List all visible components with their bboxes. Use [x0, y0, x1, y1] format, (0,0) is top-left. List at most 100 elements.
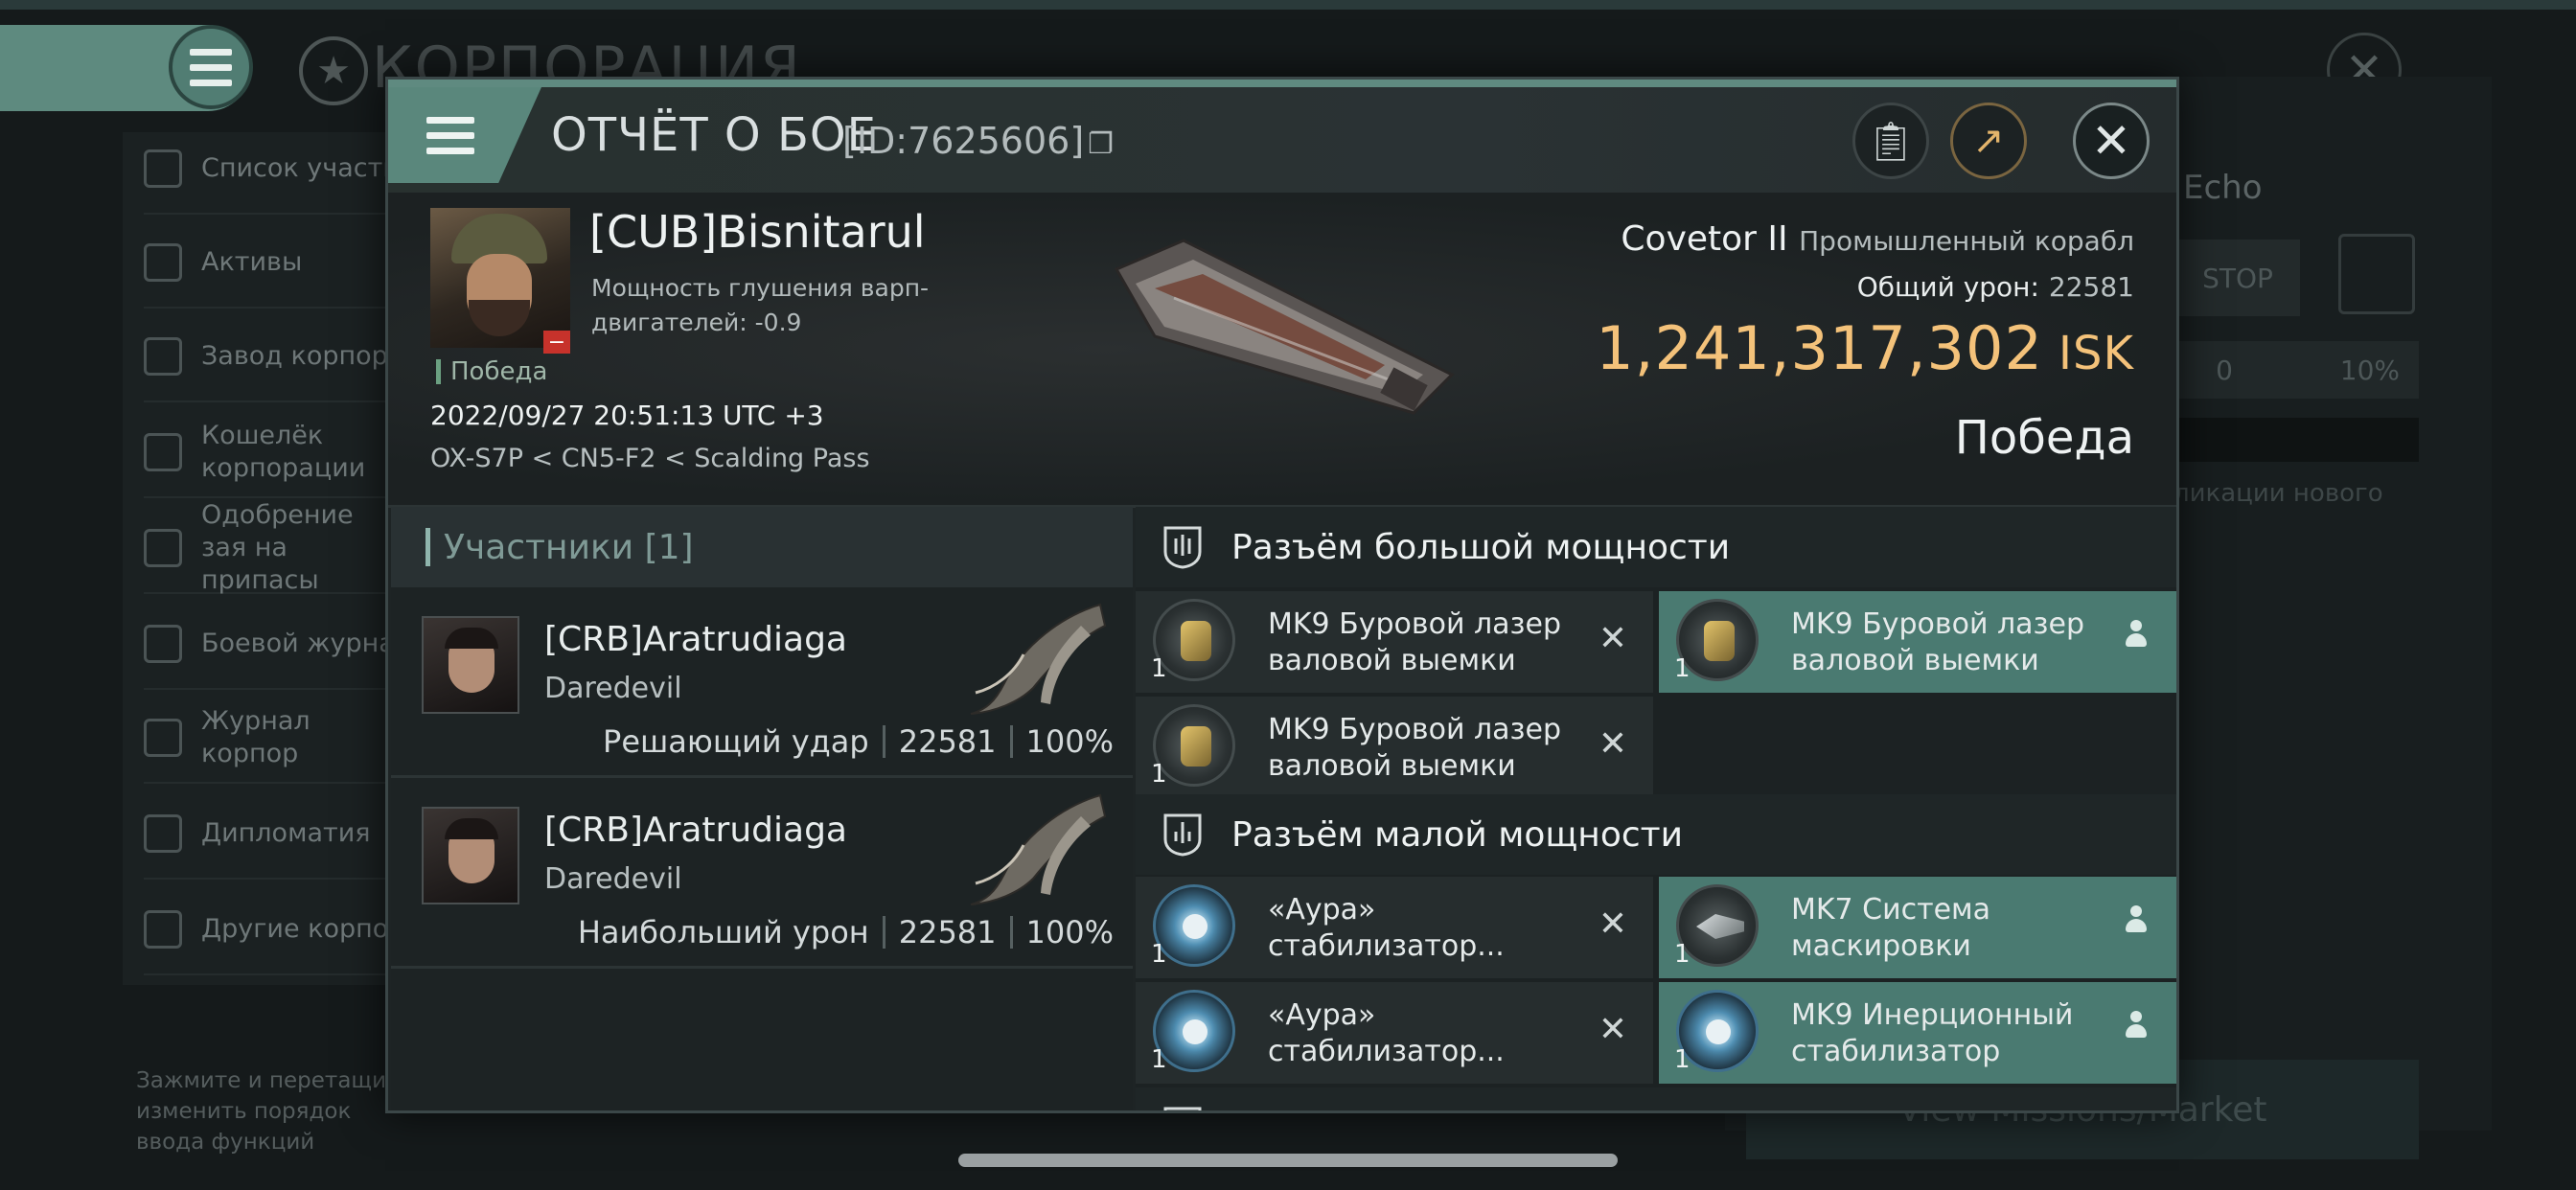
report-id-text: [ID:7625606] [842, 120, 1085, 162]
share-icon: ↗ [1972, 119, 2005, 163]
victim-ship-image[interactable] [1097, 231, 1461, 423]
sidebar-item-label: Одобрение зая на припасы [201, 500, 354, 595]
participant-ship: Daredevil [544, 862, 682, 896]
sidebar-item-diplomacy[interactable]: Дипломатия [144, 790, 412, 880]
stop-label: STOP [2202, 262, 2273, 294]
ship-type[interactable]: Covetor II Промышленный корабл [1621, 219, 2134, 259]
right-counter: 10% [2254, 341, 2419, 399]
module-item[interactable]: 1 MK9 Инерционный стабилизатор [1659, 982, 2176, 1084]
participant-avatar[interactable] [422, 616, 519, 714]
participant-ship-image[interactable] [966, 597, 1110, 721]
high-slot-title: Разъём большой мощности [1231, 527, 1731, 567]
module-name: MK9 Инерционный стабилизатор [1791, 998, 2074, 1068]
participant-role: Решающий удар [603, 723, 869, 760]
close-button[interactable]: ✕ [2073, 103, 2150, 179]
progress-bar [2174, 418, 2419, 462]
journal-icon [144, 719, 182, 757]
sidebar-item-label: Боевой журнал [201, 629, 412, 658]
main-menu-button[interactable] [169, 25, 253, 109]
participant-name: [CRB]Aratrudiaga [544, 620, 847, 659]
next-slot-header [1136, 1087, 2176, 1110]
high-slot-header: Разъём большой мощности [1136, 507, 2176, 587]
participant-percent: 100% [1025, 914, 1114, 950]
destroyed-icon: ✕ [1598, 724, 1628, 764]
module-item[interactable]: 1 MK7 Система маскировки [1659, 877, 2176, 978]
approval-icon [144, 529, 182, 567]
participant-percent: 100% [1025, 723, 1114, 760]
warp-disruption-strength: Мощность глушения варп-двигателей: -0.9 [591, 274, 930, 336]
dropped-person-icon [2117, 620, 2155, 658]
sidebar-item-other-corps[interactable]: Другие корпор [144, 885, 412, 975]
ship-class: Промышленный корабл [1799, 225, 2134, 257]
close-icon: ✕ [2091, 113, 2131, 169]
module-name: MK9 Буровой лазер валовой выемки [1791, 607, 2084, 677]
dropped-person-icon [2117, 1011, 2155, 1049]
modal-accent-bar [388, 80, 2176, 87]
result-label: Победа [1954, 411, 2134, 465]
module-count: 1 [1674, 940, 1690, 969]
sidebar-item-members[interactable]: Список участн [144, 125, 412, 215]
victim-avatar[interactable] [430, 208, 570, 348]
report-id[interactable]: [ID:7625606] ❐ [842, 120, 1114, 162]
sidebar-item-label: Дипломатия [201, 818, 371, 848]
participant-damage: 22581 [898, 723, 997, 760]
module-item[interactable]: 1 «Аура» стабилизатор... ✕ [1136, 877, 1653, 978]
echo-label: Echo [2183, 169, 2263, 207]
fitted-modules-panel: Разъём большой мощности 1 MK9 Буровой ла… [1136, 507, 2176, 1110]
kill-datetime: 2022/09/27 20:51:13 UTC +3 [430, 400, 824, 431]
factory-icon [144, 337, 182, 376]
victim-pilot-name[interactable]: [CUB]Bisnitarul [589, 206, 926, 258]
sidebar-item-combat-log[interactable]: Боевой журнал [144, 600, 412, 690]
module-name: MK7 Система маскировки [1791, 893, 1991, 963]
participant-ship-image[interactable] [966, 788, 1110, 912]
sidebar-item-assets[interactable]: Активы [144, 218, 412, 309]
dropped-person-icon [2117, 905, 2155, 944]
participants-header: Участники [1] [391, 507, 1133, 587]
victim-summary: − [CUB]Bisnitarul Мощность глушения варп… [388, 193, 2176, 508]
high-slot-icon [1163, 526, 1202, 569]
home-indicator[interactable] [958, 1154, 1618, 1167]
external-link-icon[interactable] [2338, 234, 2415, 314]
module-item[interactable]: 1 «Аура» стабилизатор... ✕ [1136, 982, 1653, 1084]
sidebar-item-factory[interactable]: Завод корпора [144, 312, 412, 402]
module-item[interactable]: 1 MK9 Буровой лазер валовой выемки ✕ [1136, 697, 1653, 798]
participant-stats: Наибольший урон 22581 100% [578, 914, 1114, 950]
participants-title: Участники [1] [444, 527, 694, 567]
isk-value: 1,241,317,302 ISK [1596, 313, 2134, 383]
modal-menu-button[interactable] [388, 87, 541, 183]
kill-location[interactable]: OX-S7P < CN5-F2 < Scalding Pass [430, 444, 870, 473]
right-note: ликации нового [2174, 479, 2383, 508]
hamburger-icon [426, 116, 474, 154]
clipboard-button[interactable]: 📋︎ [1852, 103, 1929, 179]
hamburger-icon [190, 48, 232, 86]
module-name: «Аура» стабилизатор... [1268, 998, 1505, 1068]
module-name: MK9 Буровой лазер валовой выемки [1268, 607, 1561, 677]
module-count: 1 [1151, 760, 1167, 789]
sidebar-item-label: Кошелёк корпорации [201, 421, 366, 483]
slot-icon [1163, 1107, 1202, 1110]
victory-tag: Победа [436, 359, 547, 384]
ship-name: Covetor II [1621, 219, 1788, 259]
sidebar-item-approval[interactable]: Одобрение зая на припасы [144, 500, 412, 595]
module-count: 1 [1151, 940, 1167, 969]
module-name: MK9 Буровой лазер валовой выемки [1268, 713, 1561, 783]
module-count: 1 [1151, 654, 1167, 683]
sidebar-item-label: Другие корпор [201, 914, 405, 944]
module-item[interactable]: 1 MK9 Буровой лазер валовой выемки [1659, 591, 2176, 693]
stop-button[interactable]: STOP [2175, 240, 2300, 316]
copy-icon[interactable]: ❐ [1088, 127, 1114, 161]
sidebar-item-wallet[interactable]: Кошелёк корпорации [144, 408, 412, 498]
participant-avatar[interactable] [422, 807, 519, 904]
participant-row[interactable]: [CRB]Aratrudiaga Daredevil Наибольший ур… [391, 778, 1133, 969]
assets-icon [144, 243, 182, 282]
total-damage: Общий урон: 22581 [1857, 271, 2134, 303]
participant-ship: Daredevil [544, 672, 682, 705]
module-count: 1 [1674, 1045, 1690, 1074]
sidebar-item-journal[interactable]: Журнал корпор [144, 694, 412, 784]
module-item[interactable]: 1 MK9 Буровой лазер валовой выемки ✕ [1136, 591, 1653, 693]
share-button[interactable]: ↗ [1950, 103, 2027, 179]
destroyed-icon: ✕ [1598, 619, 1628, 658]
module-count: 1 [1674, 654, 1690, 683]
participant-row[interactable]: [CRB]Aratrudiaga Daredevil Решающий удар… [391, 587, 1133, 778]
combat-log-icon [144, 625, 182, 663]
